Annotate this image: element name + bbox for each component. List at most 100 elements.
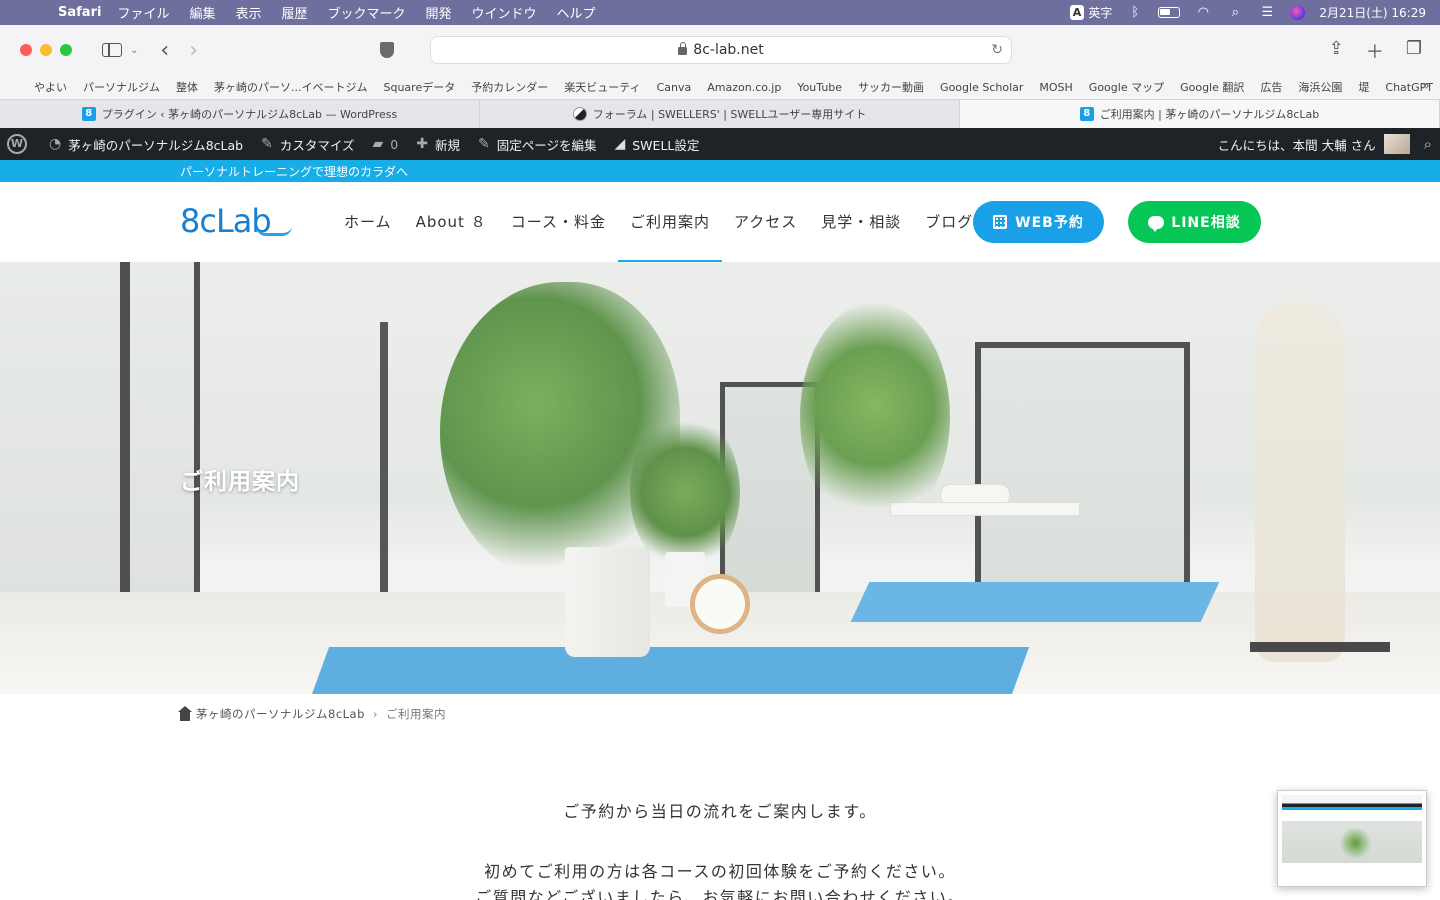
tab-wordpress-plugins[interactable]: 8 プラグイン ‹ 茅ヶ崎のパーソナルジム8cLab — WordPress — [0, 100, 480, 128]
privacy-shield-icon[interactable] — [380, 42, 395, 58]
minimize-window-button[interactable] — [40, 44, 52, 56]
avatar[interactable] — [1383, 134, 1410, 154]
favorite-item[interactable]: Canva — [657, 81, 692, 94]
favorite-item[interactable]: Amazon.co.jp — [707, 81, 781, 94]
menubar-clock[interactable]: 2月21日(土) 16:29 — [1319, 4, 1426, 21]
back-button[interactable]: ‹ — [160, 38, 169, 63]
menu-window[interactable]: ウインドウ — [472, 3, 537, 22]
site-favicon-icon: 8 — [1079, 107, 1094, 121]
line-consult-button[interactable]: LINE相談 — [1128, 201, 1261, 243]
sidebar-toggle-icon[interactable] — [102, 43, 122, 57]
favorite-item[interactable]: Google マップ — [1089, 79, 1164, 95]
wordpress-logo-icon[interactable]: W — [7, 134, 27, 154]
tab-swellers-forum[interactable]: フォーラム | SWELLERS' | SWELLユーザー専用サイト — [480, 100, 960, 128]
favorite-item[interactable]: 海浜公園 — [1298, 79, 1342, 95]
menu-file[interactable]: ファイル — [117, 3, 169, 22]
favorite-item[interactable]: 楽天ビューティ — [564, 79, 640, 95]
admin-bar-swell-settings[interactable]: ◢ SWELL設定 — [614, 135, 699, 154]
favorite-item[interactable]: Google Scholar — [940, 81, 1023, 94]
siri-icon[interactable] — [1290, 5, 1306, 20]
lock-icon — [678, 42, 688, 55]
macos-menubar: Safari ファイル 編集 表示 履歴 ブックマーク 開発 ウインドウ ヘルプ… — [0, 0, 1440, 25]
more-favorites-icon[interactable]: » — [1421, 78, 1430, 94]
breadcrumb-home-link[interactable]: 茅ヶ崎のパーソナルジム8cLab — [196, 706, 365, 722]
tab-overview-icon[interactable]: ❐ — [1406, 38, 1422, 64]
new-label: 新規 — [434, 137, 460, 153]
nav-item-home[interactable]: ホーム — [332, 182, 404, 262]
admin-bar-customize[interactable]: ✎ カスタマイズ — [261, 135, 354, 154]
close-window-button[interactable] — [20, 44, 32, 56]
favorite-item[interactable]: 広告 — [1260, 79, 1282, 95]
favorite-item[interactable]: Google 翻訳 — [1180, 79, 1244, 95]
reload-icon[interactable]: ↻ — [991, 42, 1003, 58]
intro-paragraph: ご予約から当日の流れをご案内します。 — [563, 802, 877, 821]
favorite-item[interactable]: Squareデータ — [384, 79, 456, 95]
site-logo[interactable]: 8cLab — [180, 202, 272, 240]
admin-bar-site-name[interactable]: ◔ 茅ヶ崎のパーソナルジム8cLab — [49, 135, 243, 154]
favorite-item[interactable]: 予約カレンダー — [471, 79, 548, 95]
admin-bar-new[interactable]: ✚ 新規 — [416, 135, 460, 154]
breadcrumb-current: ご利用案内 — [386, 707, 447, 721]
nav-item-usage-guide[interactable]: ご利用案内 — [617, 182, 722, 262]
new-tab-icon[interactable]: ＋ — [1366, 38, 1384, 64]
swell-settings-label: SWELL設定 — [632, 137, 700, 153]
favorite-item[interactable]: 整体 — [176, 79, 198, 95]
dashboard-icon: ◔ — [49, 136, 62, 152]
page-hero: ご利用案内 — [0, 262, 1440, 694]
admin-bar-edit-page[interactable]: ✎ 固定ページを編集 — [478, 135, 597, 154]
nav-item-about[interactable]: About ８ — [404, 182, 499, 262]
favorite-item[interactable]: 堤 — [1358, 79, 1369, 95]
swell-favicon-icon — [572, 107, 587, 121]
control-center-icon[interactable]: ☰ — [1258, 5, 1276, 20]
menu-history[interactable]: 履歴 — [281, 3, 307, 22]
address-bar[interactable]: 8c-lab.net ↻ — [430, 36, 1012, 64]
site-header: 8cLab ホーム About ８ コース・料金 ご利用案内 アクセス 見学・相… — [0, 182, 1440, 262]
tab-title: プラグイン ‹ 茅ヶ崎のパーソナルジム8cLab — WordPress — [101, 108, 398, 121]
menu-edit[interactable]: 編集 — [189, 3, 215, 22]
menu-help[interactable]: ヘルプ — [557, 3, 596, 22]
menu-app-name[interactable]: Safari — [58, 5, 101, 20]
favorite-item[interactable]: サッカー動画 — [858, 79, 924, 95]
favorite-item[interactable]: やよい — [34, 79, 67, 95]
tab-title: フォーラム | SWELLERS' | SWELLユーザー専用サイト — [592, 108, 867, 121]
toolbar-right-actions: ⇪ ＋ ❐ — [1329, 38, 1422, 64]
line-chat-icon — [1148, 215, 1165, 232]
menu-view[interactable]: 表示 — [235, 3, 261, 22]
share-icon[interactable]: ⇪ — [1329, 38, 1344, 64]
zoom-window-button[interactable] — [60, 44, 72, 56]
nav-item-visit-consult[interactable]: 見学・相談 — [809, 182, 913, 262]
favorite-item[interactable]: MOSH — [1039, 81, 1072, 94]
admin-bar-comments[interactable]: ▰ 0 — [372, 136, 398, 152]
favorite-item[interactable]: パーソナルジム — [83, 79, 160, 95]
tab-bar: 8 プラグイン ‹ 茅ヶ崎のパーソナルジム8cLab — WordPress フ… — [0, 99, 1440, 128]
forward-button[interactable]: › — [189, 38, 198, 63]
wifi-icon[interactable]: ◠ — [1194, 5, 1212, 20]
site-favicon-icon: 8 — [81, 107, 96, 121]
admin-greeting[interactable]: こんにちは、本間 大輔 さん — [1218, 135, 1376, 154]
nav-item-course-fees[interactable]: コース・料金 — [499, 182, 618, 262]
tab-usage-guide[interactable]: 8 ご利用案内 | 茅ヶ崎のパーソナルジム8cLab — [960, 100, 1440, 128]
customize-label: カスタマイズ — [279, 137, 355, 153]
global-nav: ホーム About ８ コース・料金 ご利用案内 アクセス 見学・相談 ブログ — [332, 182, 985, 262]
screenshot-thumbnail[interactable] — [1277, 790, 1427, 887]
battery-icon[interactable] — [1158, 7, 1181, 18]
menu-develop[interactable]: 開発 — [426, 3, 452, 22]
favorite-item[interactable]: YouTube — [797, 81, 842, 94]
input-source-icon: A — [1069, 5, 1085, 20]
admin-search-icon[interactable]: ⌕ — [1424, 135, 1432, 153]
bluetooth-icon[interactable]: ᛒ — [1126, 5, 1144, 20]
swell-wave-icon: ◢ — [614, 136, 626, 152]
screenshot-thumbnail-preview — [1282, 795, 1422, 882]
web-reservation-button[interactable]: WEB予約 — [973, 201, 1104, 243]
spotlight-search-icon[interactable]: ⌕ — [1226, 5, 1244, 20]
menubar-status-area: A 英字 ᛒ ◠ ⌕ ☰ 2月21日(土) 16:29 — [1069, 0, 1426, 25]
comment-icon: ▰ — [372, 136, 384, 152]
nav-item-access[interactable]: アクセス — [722, 182, 809, 262]
header-tagline-bar: パーソナルトレーニングで理想のカラダへ — [0, 160, 1440, 182]
menu-bookmarks[interactable]: ブックマーク — [328, 3, 406, 22]
chevron-down-icon[interactable]: ⌄ — [130, 45, 138, 56]
breadcrumb: 茅ヶ崎のパーソナルジム8cLab › ご利用案内 — [178, 705, 447, 722]
favorite-item[interactable]: 茅ヶ崎のパーソ...イベートジム — [214, 79, 368, 95]
input-source-indicator[interactable]: A 英字 — [1069, 4, 1112, 21]
line-consult-label: LINE相談 — [1171, 215, 1241, 231]
